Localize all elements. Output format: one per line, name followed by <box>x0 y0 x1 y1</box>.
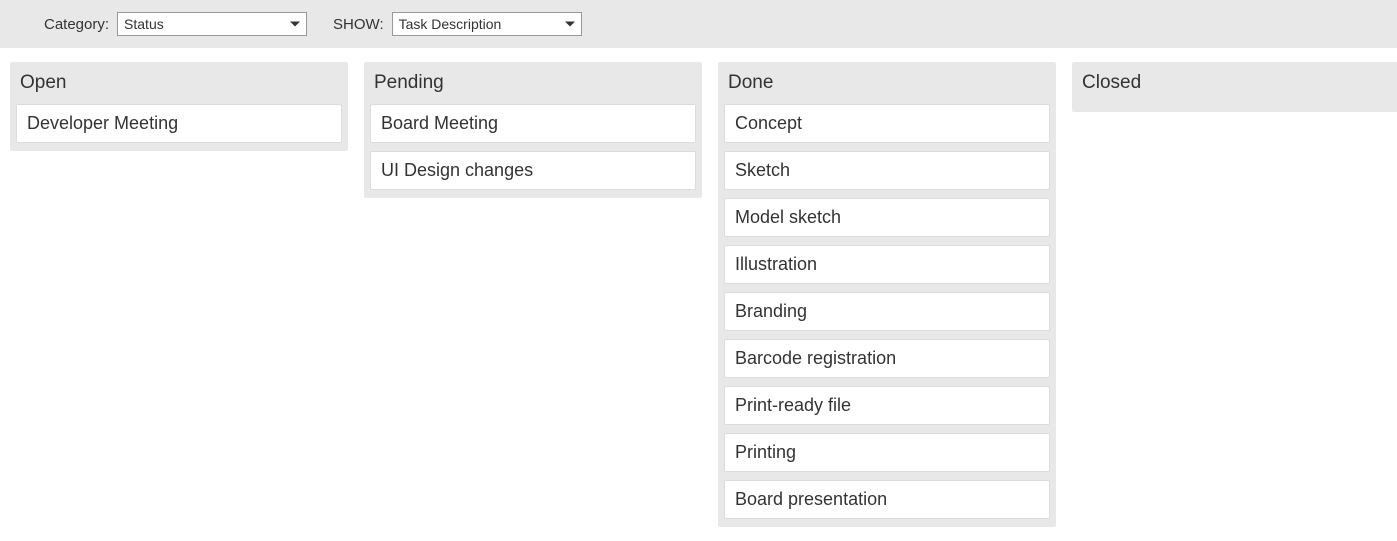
column-done: Done Concept Sketch Model sketch Illustr… <box>718 62 1056 527</box>
task-card-label: Barcode registration <box>735 348 896 368</box>
kanban-board: Open Developer Meeting Pending Board Mee… <box>0 48 1397 541</box>
task-card[interactable]: Illustration <box>724 245 1050 284</box>
task-card-label: Model sketch <box>735 207 841 227</box>
category-label: Category: <box>44 16 109 33</box>
show-select[interactable]: Task Description <box>392 12 582 36</box>
task-card-label: Illustration <box>735 254 817 274</box>
task-card[interactable]: Board Meeting <box>370 104 696 143</box>
task-card[interactable]: UI Design changes <box>370 151 696 190</box>
task-card-label: Print-ready file <box>735 395 851 415</box>
task-card-label: Developer Meeting <box>27 113 178 133</box>
column-open: Open Developer Meeting <box>10 62 348 151</box>
task-card-label: Concept <box>735 113 802 133</box>
task-card[interactable]: Sketch <box>724 151 1050 190</box>
task-card-label: Board Meeting <box>381 113 498 133</box>
task-card[interactable]: Print-ready file <box>724 386 1050 425</box>
chevron-down-icon <box>565 22 575 27</box>
task-card[interactable]: Printing <box>724 433 1050 472</box>
task-card-label: UI Design changes <box>381 160 533 180</box>
column-closed: Closed <box>1072 62 1397 112</box>
task-card-label: Sketch <box>735 160 790 180</box>
task-card-label: Branding <box>735 301 807 321</box>
task-card[interactable]: Model sketch <box>724 198 1050 237</box>
column-pending: Pending Board Meeting UI Design changes <box>364 62 702 198</box>
category-select-value: Status <box>124 16 164 32</box>
task-card[interactable]: Barcode registration <box>724 339 1050 378</box>
column-header: Done <box>724 62 1050 104</box>
column-header: Closed <box>1078 62 1397 104</box>
chevron-down-icon <box>290 22 300 27</box>
toolbar: Category: Status SHOW: Task Description <box>0 0 1397 48</box>
show-label: SHOW: <box>333 16 384 33</box>
task-card-label: Board presentation <box>735 489 887 509</box>
task-card[interactable]: Board presentation <box>724 480 1050 519</box>
column-header: Pending <box>370 62 696 104</box>
show-select-value: Task Description <box>399 16 502 32</box>
task-card[interactable]: Concept <box>724 104 1050 143</box>
column-header: Open <box>16 62 342 104</box>
task-card-label: Printing <box>735 442 796 462</box>
task-card[interactable]: Branding <box>724 292 1050 331</box>
task-card[interactable]: Developer Meeting <box>16 104 342 143</box>
category-select[interactable]: Status <box>117 12 307 36</box>
